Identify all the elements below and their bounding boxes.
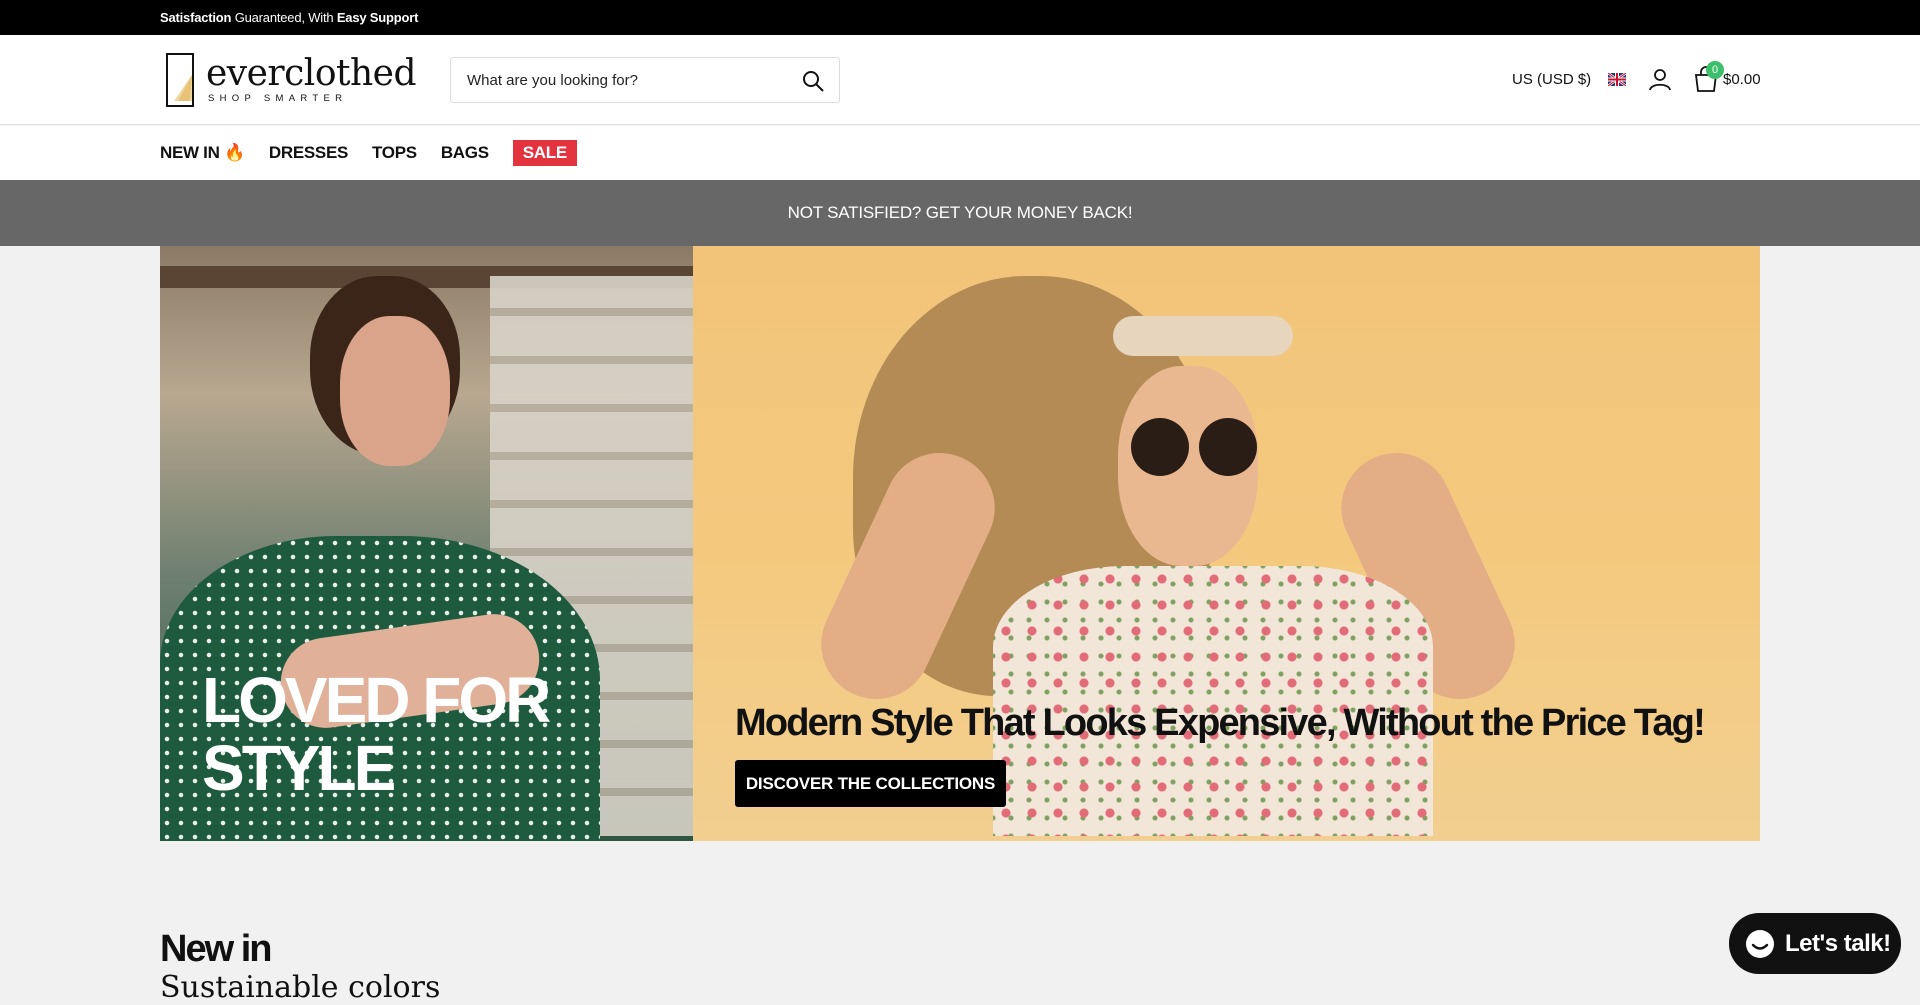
nav-item-bags[interactable]: BAGS — [441, 140, 489, 166]
logo-mark-icon — [166, 53, 194, 107]
chat-launcher-button[interactable]: Let's talk! — [1729, 913, 1901, 974]
logo-name: everclothed — [205, 52, 417, 94]
logo-text: everclothed SHOP SMARTER — [205, 52, 417, 104]
hero-left-face — [340, 316, 450, 466]
site-header: everclothed SHOP SMARTER US (USD $) 0 $0… — [0, 35, 1920, 125]
nav-item-tops[interactable]: TOPS — [372, 140, 417, 166]
announcement-bar: Satisfaction Guaranteed, With Easy Suppo… — [0, 0, 1920, 35]
hero-right-sunglasses-right — [1199, 418, 1257, 476]
announcement-middle: Guaranteed, With — [231, 10, 337, 25]
section-subtitle: Sustainable colors — [160, 970, 441, 1005]
nav-item-sale[interactable]: SALE — [512, 140, 577, 166]
announcement-strong-2: Easy Support — [336, 10, 419, 25]
cart-count-badge: 0 — [1706, 61, 1724, 79]
search-input[interactable] — [467, 58, 787, 102]
search-box — [450, 57, 840, 103]
discover-collections-button[interactable]: DISCOVER THE COLLECTIONS — [735, 760, 1006, 807]
hero-right-sunglasses-left — [1131, 418, 1189, 476]
hero-right-title: Modern Style That Looks Expensive, Witho… — [735, 702, 1706, 744]
chat-label: Let's talk! — [1785, 929, 1891, 957]
hero-left-title: LOVED FOR STYLE — [202, 664, 551, 804]
money-back-banner: NOT SATISFIED? GET YOUR MONEY BACK! — [0, 180, 1920, 246]
announcement-text: Satisfaction Guaranteed, With Easy Suppo… — [160, 10, 418, 25]
logo-tagline: SHOP SMARTER — [207, 92, 348, 104]
nav-item-dresses[interactable]: DRESSES — [269, 140, 348, 166]
hero-right-floral-top — [993, 566, 1433, 836]
hero-left-banner[interactable]: LOVED FOR STYLE — [160, 246, 693, 841]
account-icon[interactable] — [1648, 67, 1672, 91]
site-logo[interactable]: everclothed SHOP SMARTER — [166, 52, 417, 108]
hero-right-banner: Modern Style That Looks Expensive, Witho… — [693, 246, 1760, 841]
hero-right-scarf — [1113, 316, 1293, 356]
currency-selector[interactable]: US (USD $) — [1512, 71, 1591, 88]
nav-item-new-in[interactable]: NEW IN 🔥 — [160, 140, 245, 166]
cart-total[interactable]: $0.00 — [1723, 71, 1761, 88]
search-icon[interactable] — [801, 69, 825, 93]
flag-uk-icon[interactable] — [1607, 72, 1627, 87]
announcement-strong-1: Satisfaction — [160, 10, 232, 25]
section-title: New in — [160, 928, 272, 970]
chat-bubble-icon — [1745, 929, 1775, 959]
main-nav: NEW IN 🔥 DRESSES TOPS BAGS SALE — [0, 126, 1920, 180]
